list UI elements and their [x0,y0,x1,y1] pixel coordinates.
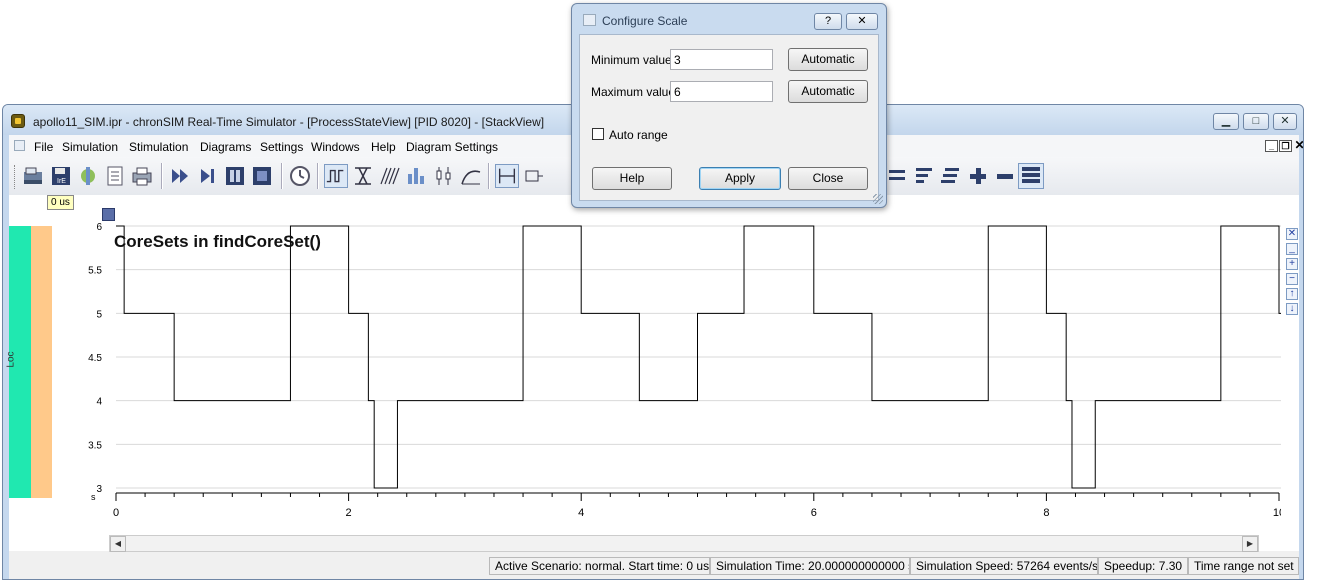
mdi-doc-icon [14,140,25,151]
close-button[interactable]: Close [788,167,868,190]
menu-windows[interactable]: Windows [311,140,360,154]
toolbar-grip[interactable] [14,165,18,189]
chart-title: CoreSets in findCoreSet() [114,232,321,251]
x-tick-label: 8 [1043,507,1049,519]
status-time-range: Time range not set [1188,557,1299,575]
scroll-right-arrow-icon[interactable]: ▶ [1242,536,1258,552]
align-icon[interactable] [522,164,546,188]
zoom-out-icon[interactable]: − [1286,273,1298,285]
maximize-button[interactable]: □ [1243,113,1269,130]
plot-panel: 0 us Loc 33.544.555.560246810s CoreSets … [6,195,1299,552]
stop-icon[interactable] [250,164,274,188]
timeline-icon[interactable] [324,164,348,188]
step-icon[interactable] [196,164,220,188]
mdi-minimize-button[interactable]: _ [1265,140,1278,152]
range-icon[interactable] [495,164,519,188]
svg-text:IrE: IrE [57,178,66,185]
max-value-input[interactable] [670,81,773,102]
menu-stimulation[interactable]: Stimulation [129,140,188,154]
stack-icon[interactable] [351,164,375,188]
x-tick-label: 10 [1273,507,1281,519]
lines-icon[interactable] [378,164,402,188]
scroll-down-arrow-icon[interactable]: ▼ [1303,480,1304,496]
dialog-body: Minimum value Automatic Maximum value Au… [579,34,879,201]
align-right-icon[interactable] [939,164,963,188]
resize-grip[interactable] [873,194,883,204]
dialog-help-button[interactable]: ? [814,13,842,30]
list-icon[interactable] [1018,163,1044,189]
curve-icon[interactable] [459,164,483,188]
menu-diagrams[interactable]: Diagrams [200,140,251,154]
clock-icon[interactable] [288,164,312,188]
scroll-up-arrow-icon[interactable]: ▲ [1303,228,1304,244]
status-sim-speed: Simulation Speed: 57264 events/s [910,557,1098,575]
toolbar-separator [161,163,163,189]
mdi-restore-button[interactable]: ❐ [1279,140,1292,152]
x-tick-label: 6 [811,507,817,519]
mdi-close-button[interactable]: ✕ [1293,139,1303,152]
scroll-left-arrow-icon[interactable]: ◀ [110,536,126,552]
align-center-icon[interactable] [912,164,936,188]
menu-file[interactable]: File [34,140,53,154]
dialog-icon [583,14,596,26]
minimize-button[interactable]: ▁ [1213,113,1239,130]
x-unit-label: s [91,492,96,502]
document-icon[interactable] [103,164,127,188]
menu-settings[interactable]: Settings [260,140,303,154]
max-value-label: Maximum value [591,85,676,99]
fast-forward-icon[interactable] [169,164,193,188]
max-automatic-button[interactable]: Automatic [788,80,868,103]
y-tick-label: 4.5 [88,353,102,364]
min-value-label: Minimum value [591,53,672,67]
horizontal-scrollbar[interactable]: ◀ ▶ [109,535,1259,552]
toolbar-separator [317,163,319,189]
open-icon[interactable] [22,164,46,188]
y-tick-label: 4 [96,397,102,408]
save-icon[interactable]: IrE [49,164,73,188]
status-bar: Active Scenario: normal. Start time: 0 u… [9,553,1299,579]
toolbar-separator [281,163,283,189]
scroll-up-icon[interactable]: ↑ [1286,288,1298,300]
y-tick-label: 3.5 [88,440,102,451]
auto-range-checkbox[interactable] [592,128,604,140]
pause-icon[interactable] [223,164,247,188]
apply-button[interactable]: Apply [699,167,781,190]
menu-simulation[interactable]: Simulation [62,140,118,154]
menu-help[interactable]: Help [371,140,396,154]
x-tick-label: 2 [346,507,352,519]
x-tick-label: 4 [578,507,584,519]
y-tick-label: 5.5 [88,266,102,277]
y-tick-label: 6 [96,222,102,233]
status-speedup: Speedup: 7.30 [1098,557,1188,575]
min-value-input[interactable] [670,49,773,70]
toolbar-separator [488,163,490,189]
dialog-title: Configure Scale [602,14,688,28]
configure-scale-dialog: Configure Scale ? ✕ Minimum value Automa… [571,3,887,208]
scroll-down-icon[interactable]: ↓ [1286,303,1298,315]
tools-icon[interactable] [76,164,100,188]
help-button[interactable]: Help [592,167,672,190]
chart[interactable]: 3 3.5 4 4.5 5 5.5 6 0 2 4 6 8 10 s CoreSets in findCo… [9,195,1281,535]
y-tick-label: 5 [96,309,102,320]
zoom-collapse-icon[interactable]: _ [1286,243,1298,255]
window-title: apollo11_SIM.ipr - chronSIM Real-Time Si… [33,115,545,129]
menu-diagram-settings[interactable]: Diagram Settings [406,140,498,154]
status-sim-time: Simulation Time: 20.000000000000 s [710,557,910,575]
status-scenario: Active Scenario: normal. Start time: 0 u… [489,557,710,575]
zoom-in-icon[interactable]: + [1286,258,1298,270]
zoom-reset-icon[interactable]: ✕ [1286,228,1298,240]
y-tick-label: 3 [96,484,102,495]
dialog-close-icon[interactable]: ✕ [846,13,878,30]
x-tick-label: 0 [113,507,119,519]
auto-range-label: Auto range [609,128,668,142]
plus-icon[interactable] [966,164,990,188]
minus-icon[interactable] [993,164,1017,188]
align-left-icon[interactable] [885,164,909,188]
candle-icon[interactable] [432,164,456,188]
app-icon [11,114,25,128]
close-button[interactable]: ✕ [1273,113,1297,130]
min-automatic-button[interactable]: Automatic [788,48,868,71]
print-icon[interactable] [130,164,154,188]
bar-chart-icon[interactable] [405,164,429,188]
